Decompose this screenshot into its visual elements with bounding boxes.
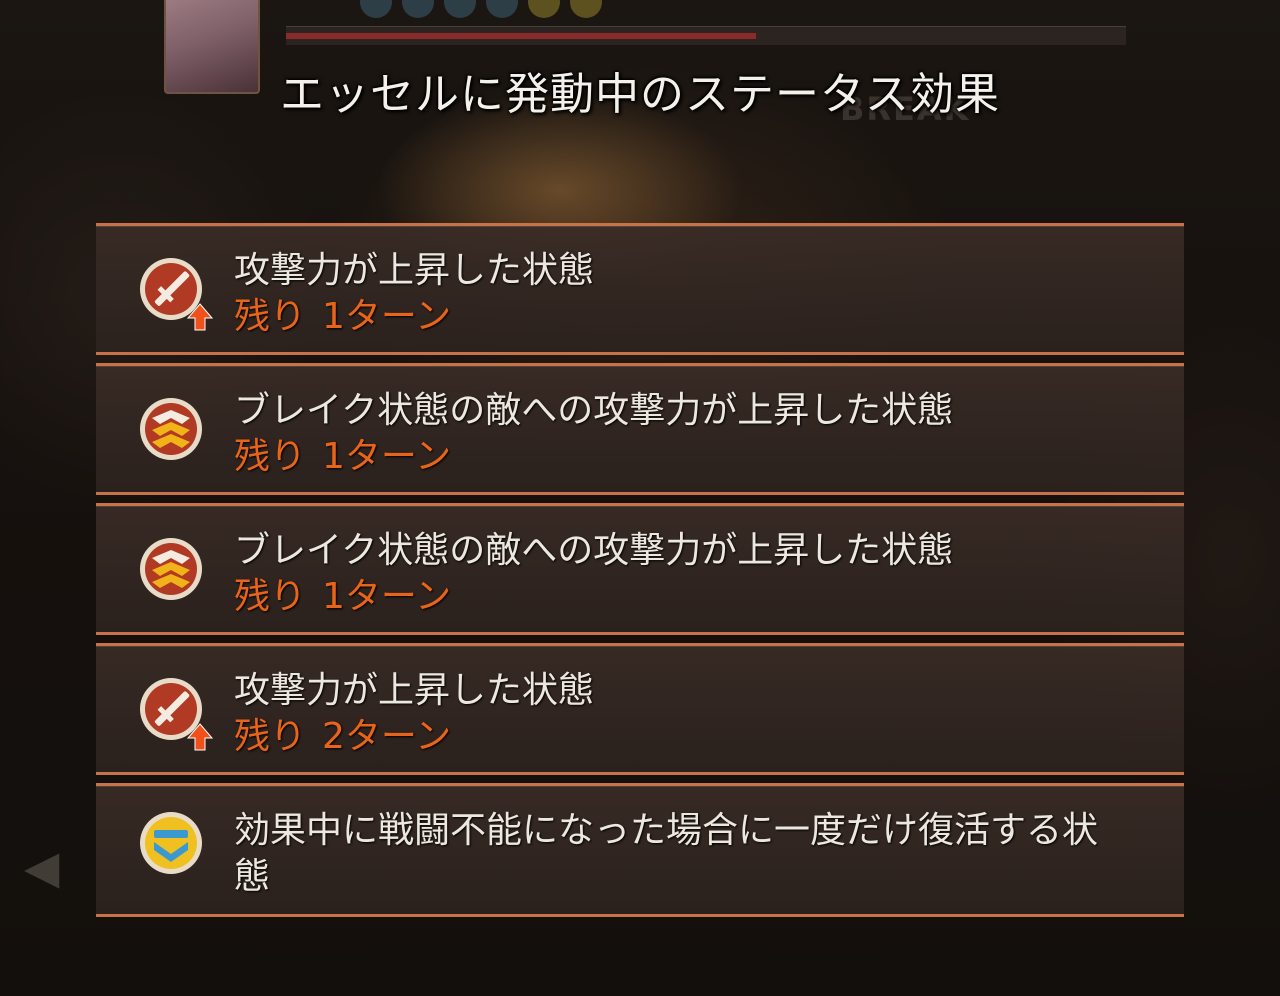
effect-name: 攻撃力が上昇した状態 [234,250,595,291]
break-attack-up-icon [138,396,204,462]
orb [402,0,434,18]
effect-name: 攻撃力が上昇した状態 [234,670,595,711]
effect-turns: 残り 1ターン [234,576,452,617]
orb [360,0,392,18]
effect-name: ブレイク状態の敵への攻撃力が上昇した状態 [234,530,954,571]
orb [486,0,518,18]
charge-orbs [360,0,602,18]
orb [570,0,602,18]
status-effect-row[interactable]: ブレイク状態の敵への攻撃力が上昇した状態 残り 1ターン [96,503,1184,635]
attack-up-icon [138,676,214,751]
effect-turns: 残り 2ターン [234,716,452,757]
background-back-arrow: ◀ [24,840,60,894]
hp-bar-fill [286,33,757,39]
status-effect-row[interactable]: ブレイク状態の敵への攻撃力が上昇した状態 残り 1ターン [96,363,1184,495]
effect-name: ブレイク状態の敵への攻撃力が上昇した状態 [234,390,954,431]
effect-turns: 残り 1ターン [234,436,452,477]
hp-bar [286,26,1126,45]
effect-name: 効果中に戦闘不能になった場合に一度だけ復活する状態 [234,810,1099,897]
dialog-title: エッセルに発動中のステータス効果 [280,69,1000,120]
status-effect-row[interactable]: 効果中に戦闘不能になった場合に一度だけ復活する状態 [96,783,1184,917]
break-attack-up-icon [138,536,204,602]
revive-icon [138,810,204,876]
status-effect-row[interactable]: 攻撃力が上昇した状態 残り 2ターン [96,643,1184,775]
status-effect-row[interactable]: 攻撃力が上昇した状態 残り 1ターン [96,223,1184,355]
attack-up-icon [138,256,214,331]
effect-turns: 残り 1ターン [234,296,452,337]
orb [444,0,476,18]
status-effects-list: 攻撃力が上昇した状態 残り 1ターン ブレイク状態の敵への攻撃力が上昇した状態 残… [96,223,1184,921]
orb [528,0,560,18]
